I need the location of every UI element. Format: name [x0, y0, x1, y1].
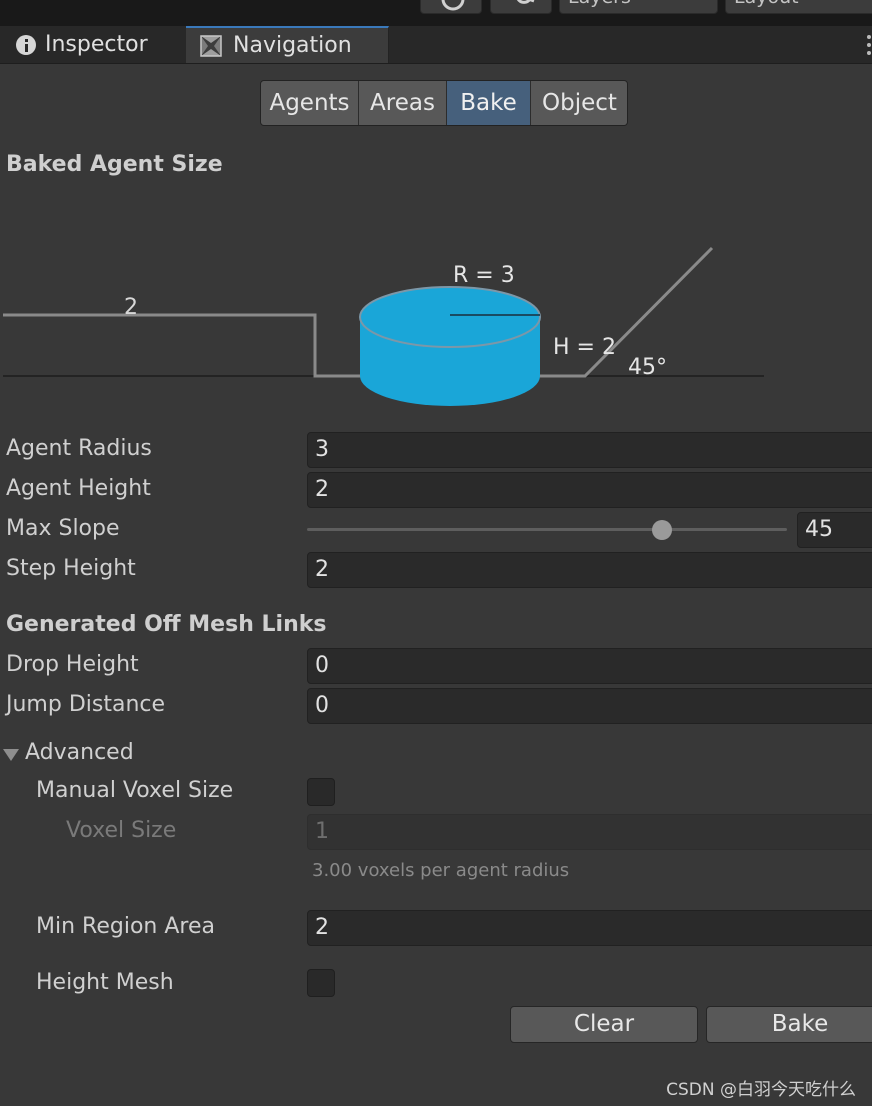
max-slope-field[interactable]: 45 [797, 512, 872, 548]
cylinder-top [359, 286, 541, 348]
tab-areas[interactable]: Areas [359, 81, 447, 125]
slope-label: 45° [628, 355, 667, 380]
history-icon [441, 0, 465, 11]
foldout-arrow-icon [3, 749, 19, 761]
baked-agent-size-heading: Baked Agent Size [6, 152, 223, 177]
layout-dropdown[interactable]: Layout [725, 0, 872, 14]
tab-navigation-label: Navigation [233, 33, 352, 58]
navigation-mode-toolbar: Agents Areas Bake Object [260, 80, 628, 126]
clear-button[interactable]: Clear [510, 1006, 698, 1043]
max-slope-slider[interactable] [307, 512, 787, 548]
info-icon [16, 35, 36, 55]
agent-radius-label: Agent Radius [6, 436, 152, 461]
top-toolbar: Layers Layout [0, 0, 872, 26]
navmesh-icon [200, 35, 222, 57]
tab-object[interactable]: Object [531, 81, 627, 125]
step-height-label: 2 [124, 295, 138, 320]
agent-height-field[interactable]: 2 [307, 472, 872, 508]
agent-size-diagram: 2 R = 3 H = 2 45° [3, 246, 764, 406]
slider-thumb[interactable] [652, 520, 673, 540]
tab-inspector-label: Inspector [45, 32, 148, 57]
step-height-field-label: Step Height [6, 556, 136, 581]
agent-cylinder [359, 286, 541, 406]
voxel-size-field[interactable]: 1 [307, 814, 872, 850]
manual-voxel-size-label: Manual Voxel Size [36, 778, 234, 803]
agent-radius-field[interactable]: 3 [307, 432, 872, 468]
height-mesh-checkbox[interactable] [307, 969, 335, 997]
history-button[interactable] [420, 0, 482, 14]
drop-height-field[interactable]: 0 [307, 648, 872, 684]
agent-height-label: Agent Height [6, 476, 151, 501]
tab-inspector[interactable]: Inspector [0, 26, 186, 63]
off-mesh-links-heading: Generated Off Mesh Links [6, 612, 327, 637]
search-icon [516, 0, 535, 4]
layers-dropdown[interactable]: Layers [559, 0, 718, 14]
radius-label: R = 3 [453, 263, 515, 288]
more-options-icon[interactable] [866, 34, 872, 56]
step-height-field[interactable]: 2 [307, 552, 872, 588]
height-label: H = 2 [553, 335, 616, 360]
advanced-foldout[interactable]: Advanced [2, 740, 202, 770]
search-button[interactable] [490, 0, 552, 14]
voxel-note: 3.00 voxels per agent radius [312, 860, 570, 881]
watermark: CSDN @白羽今天吃什么 [666, 1080, 856, 1100]
tab-bake[interactable]: Bake [447, 81, 531, 125]
voxel-size-label: Voxel Size [66, 818, 177, 843]
advanced-label: Advanced [25, 740, 134, 765]
jump-distance-label: Jump Distance [6, 692, 166, 717]
tab-strip: Inspector Navigation [0, 26, 872, 64]
slider-track [307, 528, 787, 531]
jump-distance-field[interactable]: 0 [307, 688, 872, 724]
tab-agents[interactable]: Agents [261, 81, 359, 125]
bake-button[interactable]: Bake [706, 1006, 872, 1043]
drop-height-label: Drop Height [6, 652, 139, 677]
height-mesh-label: Height Mesh [36, 970, 174, 995]
max-slope-label: Max Slope [6, 516, 120, 541]
min-region-area-field[interactable]: 2 [307, 910, 872, 946]
tab-navigation[interactable]: Navigation [186, 26, 389, 63]
manual-voxel-size-checkbox[interactable] [307, 778, 335, 806]
min-region-area-label: Min Region Area [36, 914, 215, 939]
